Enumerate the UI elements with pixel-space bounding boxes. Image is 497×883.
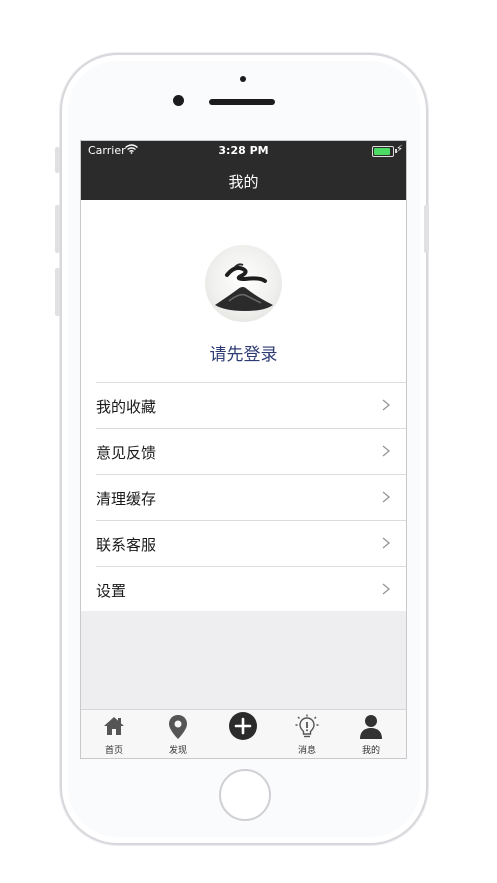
home-icon <box>104 717 124 735</box>
menu-item-favorites[interactable]: 我的收藏 <box>96 382 406 428</box>
battery-level <box>374 148 390 155</box>
charging-bolt-icon: ⚡ <box>395 144 403 155</box>
tab-add[interactable] <box>218 710 268 758</box>
menu-item-clear-cache[interactable]: 清理缓存 <box>96 474 406 520</box>
chevron-right-icon <box>382 445 391 457</box>
menu-item-label: 联系客服 <box>96 536 157 554</box>
avatar[interactable] <box>205 245 282 322</box>
proximity-sensor <box>240 76 246 82</box>
tab-discover[interactable]: 发现 <box>153 710 203 758</box>
volume-down-button <box>55 268 60 316</box>
empty-background-area <box>81 611 406 709</box>
menu-item-settings[interactable]: 设置 <box>96 566 406 613</box>
tab-messages[interactable]: 消息 <box>282 710 332 758</box>
battery-icon <box>372 146 394 157</box>
earpiece-speaker <box>209 99 275 105</box>
chevron-right-icon <box>382 583 391 595</box>
tab-bar: 首页 发现 消息 我的 <box>81 709 406 758</box>
tab-label: 我的 <box>361 746 380 756</box>
chevron-right-icon <box>382 537 391 549</box>
mute-switch <box>55 147 60 173</box>
lightbulb-icon <box>295 714 319 738</box>
tab-me[interactable]: 我的 <box>346 710 396 758</box>
settings-menu: 我的收藏 意见反馈 清理缓存 联系客服 设置 <box>96 382 406 613</box>
app-screen: Carrier 3:28 PM ⚡ 我的 请先登录 我的收藏 意见反馈 清理缓存… <box>80 140 407 759</box>
menu-item-label: 我的收藏 <box>96 398 157 416</box>
tab-label: 首页 <box>104 746 123 756</box>
chevron-right-icon <box>382 399 391 411</box>
tab-label: 消息 <box>297 746 316 756</box>
front-camera <box>173 95 184 106</box>
person-icon <box>360 715 382 739</box>
volume-up-button <box>55 205 60 253</box>
menu-item-label: 清理缓存 <box>96 490 157 508</box>
tab-label: 发现 <box>168 746 187 756</box>
tab-home[interactable]: 首页 <box>89 710 139 758</box>
chevron-right-icon <box>382 491 391 503</box>
login-prompt[interactable]: 请先登录 <box>81 340 406 365</box>
location-pin-icon <box>169 715 187 739</box>
menu-item-contact-support[interactable]: 联系客服 <box>96 520 406 566</box>
home-button[interactable] <box>219 769 271 821</box>
menu-item-label: 意见反馈 <box>96 444 157 462</box>
add-icon <box>229 712 257 740</box>
power-button <box>424 205 429 253</box>
page-title: 我的 <box>228 173 259 191</box>
ink-mountain-logo-icon <box>215 263 273 311</box>
navigation-bar: Carrier 3:28 PM ⚡ 我的 <box>81 141 406 200</box>
menu-item-label: 设置 <box>96 582 127 600</box>
status-time: 3:28 PM <box>218 144 269 157</box>
menu-item-feedback[interactable]: 意见反馈 <box>96 428 406 474</box>
